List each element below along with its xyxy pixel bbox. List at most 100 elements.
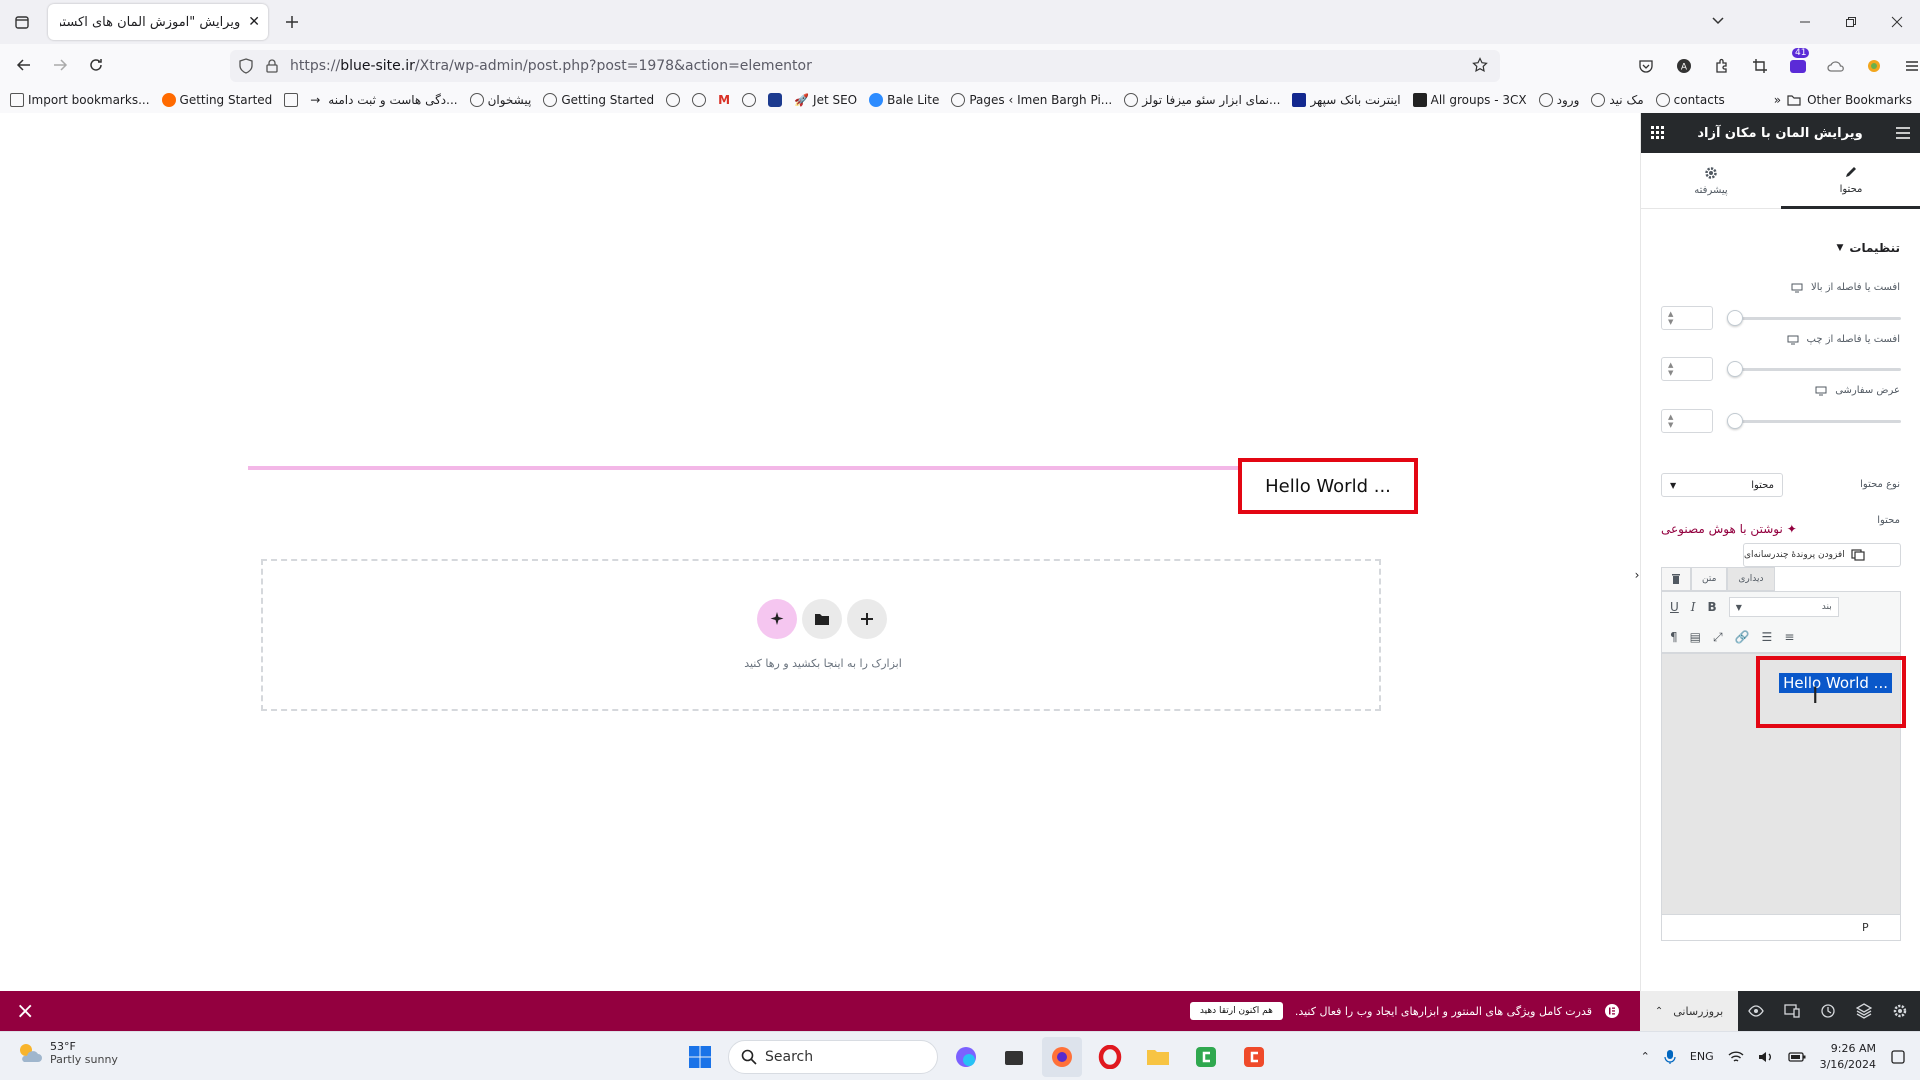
toolbar-toggle-icon[interactable]: ▤ [1690,630,1701,644]
link-icon[interactable]: 🔗 [1735,630,1750,644]
bookmark-item[interactable]: مک نید [1591,92,1644,107]
history-button[interactable] [1810,991,1846,1031]
bookmark-item[interactable]: → ...دگی هاست و ثبت دامنه [310,93,457,107]
tab-text-mode[interactable]: متن [1691,567,1728,591]
underline-button[interactable]: U [1670,600,1679,614]
bookmark-item[interactable] [768,92,783,107]
tab-visual-mode[interactable]: دیداری [1727,567,1775,591]
pocket-button[interactable] [1630,50,1662,82]
cloud-extension-button[interactable] [1820,50,1852,82]
bookmark-item[interactable] [666,92,681,107]
list-all-tabs-button[interactable] [1710,12,1726,28]
custom-width-slider[interactable] [1729,420,1901,423]
start-button[interactable] [680,1037,720,1077]
custom-width-slider-handle[interactable] [1727,413,1743,429]
camtasia-green-app[interactable] [1186,1037,1226,1077]
spinner-icon[interactable]: ▲ ▼ [1668,310,1673,326]
add-template-button[interactable] [802,599,842,639]
editor-selected-text[interactable]: Hello World ... [1779,673,1892,693]
numbered-list-icon[interactable]: ☰ [1762,630,1773,644]
forward-button[interactable] [44,49,76,81]
promo-close-button[interactable]: × [16,991,34,1031]
preview-button[interactable] [1738,991,1774,1031]
bookmark-item[interactable] [742,92,757,107]
responsive-mode-button[interactable] [1774,991,1810,1031]
clock[interactable]: 9:26 AM 3/16/2024 [1820,1041,1876,1073]
ai-generate-button[interactable] [757,599,797,639]
bookmark-item[interactable]: Getting Started [161,92,272,107]
upgrade-now-button[interactable]: هم اکنون ارتقا دهید [1189,1002,1283,1020]
menu-button[interactable] [1896,50,1920,82]
widgets-grid-button[interactable] [1651,126,1665,140]
back-button[interactable] [8,49,40,81]
bookmark-item[interactable]: اینترنت بانک سپهر [1292,92,1401,107]
editor-canvas[interactable]: Hello World ... ابزارک را به اینجا بکشید… [0,113,1640,991]
paragraph-icon[interactable]: ¶ [1670,630,1678,644]
offset-left-slider-handle[interactable] [1727,361,1743,377]
language-indicator[interactable]: ENG [1690,1050,1714,1063]
bookmark-item[interactable]: ...نمای ابزار سئو میزفا تولز [1124,92,1280,107]
taskbar-search[interactable]: Search [728,1040,938,1074]
italic-button[interactable]: I [1691,600,1696,614]
minimize-button[interactable] [1782,0,1828,44]
text-editor-area[interactable]: Hello World ... I [1661,653,1906,915]
crop-button[interactable] [1744,50,1776,82]
chevron-up-icon[interactable]: ⌃ [1641,1050,1650,1063]
bookmark-item[interactable]: Pages ‹ Imen Bargh Pi... [951,92,1112,107]
camtasia-orange-app[interactable] [1234,1037,1274,1077]
highlight-box[interactable]: Hello World ... [1238,458,1418,514]
vpn-extension-button[interactable]: 41 [1782,48,1814,82]
fullscreen-icon[interactable]: ⤢ [1713,630,1723,645]
chevron-up-icon[interactable]: ⌃ [1655,1006,1663,1017]
restore-button[interactable] [1828,0,1874,44]
account-button[interactable]: A [1668,50,1700,82]
opera-app[interactable] [1090,1037,1130,1077]
bookmark-star-button[interactable] [1472,57,1488,73]
add-section-dropzone[interactable]: ابزارک را به اینجا بکشید و رها کنید [261,559,1381,711]
bookmark-item[interactable]: ورود [1538,92,1579,107]
weather-widget[interactable]: 53°F Partly sunny [16,1040,118,1066]
browser-tab-active[interactable]: ویرایش "آموزش المان های اکسترا – ... ✕ [48,4,268,40]
firefox-app[interactable] [1042,1037,1082,1077]
tab-advanced[interactable]: پیشرفته [1641,153,1781,209]
bulleted-list-icon[interactable]: ≡ [1784,630,1794,644]
extensions-button[interactable] [1706,50,1738,82]
spinner-icon[interactable]: ▲ ▼ [1668,361,1673,377]
bookmark-item[interactable]: Getting Started [543,92,654,107]
bookmark-item[interactable]: پیشخوان [469,92,531,107]
add-section-button[interactable] [847,599,887,639]
bookmark-item[interactable] [692,92,707,107]
url-bar[interactable]: https://blue-site.ir/Xtra/wp-admin/post.… [230,50,1500,82]
tab-content[interactable]: محتوا [1781,153,1920,209]
format-select[interactable]: بند ▼ [1728,597,1839,617]
content-type-select[interactable]: محتوا ▼ [1661,473,1783,497]
hello-world-widget[interactable]: Hello World ... [248,458,1418,514]
gear-extension-button[interactable] [1858,50,1890,82]
bookmark-item[interactable]: 🚀 Jet SEO [794,93,857,107]
update-button[interactable]: بروزرسانی ⌃ [1640,991,1738,1031]
new-tab-button[interactable] [280,10,304,34]
copilot-app[interactable] [946,1037,986,1077]
reload-button[interactable] [80,49,112,81]
close-window-button[interactable] [1874,0,1920,44]
settings-section-toggle[interactable]: تنظیمات ▼ [1836,241,1900,255]
bookmark-item[interactable]: contacts [1655,92,1725,107]
bookmark-item[interactable]: Import bookmarks... [10,92,150,107]
tab-list-button[interactable] [8,8,36,36]
bookmark-item[interactable]: M [718,93,730,107]
task-view-app[interactable] [994,1037,1034,1077]
bold-button[interactable]: B [1708,600,1717,614]
offset-left-input[interactable]: ▲ ▼ [1661,357,1713,381]
delete-content-button[interactable] [1661,567,1691,591]
navigator-button[interactable] [1846,991,1882,1031]
bookmark-item[interactable]: Bale Lite [869,92,939,107]
bookmark-item[interactable]: All groups - 3CX [1412,92,1527,107]
spinner-icon[interactable]: ▲ ▼ [1668,413,1673,429]
double-chevron-icon[interactable]: » [1774,93,1781,107]
offset-left-slider[interactable] [1729,368,1901,371]
custom-width-input[interactable]: ▲ ▼ [1661,409,1713,433]
other-bookmarks-button[interactable]: » Other Bookmarks [1773,86,1912,113]
write-with-ai-link[interactable]: ✦ نوشتن با هوش مصنوعی [1661,522,1797,536]
add-media-button[interactable]: افزودن پروندهٔ چندرسانه‌ای [1743,543,1901,567]
offset-top-input[interactable]: ▲ ▼ [1661,306,1713,330]
